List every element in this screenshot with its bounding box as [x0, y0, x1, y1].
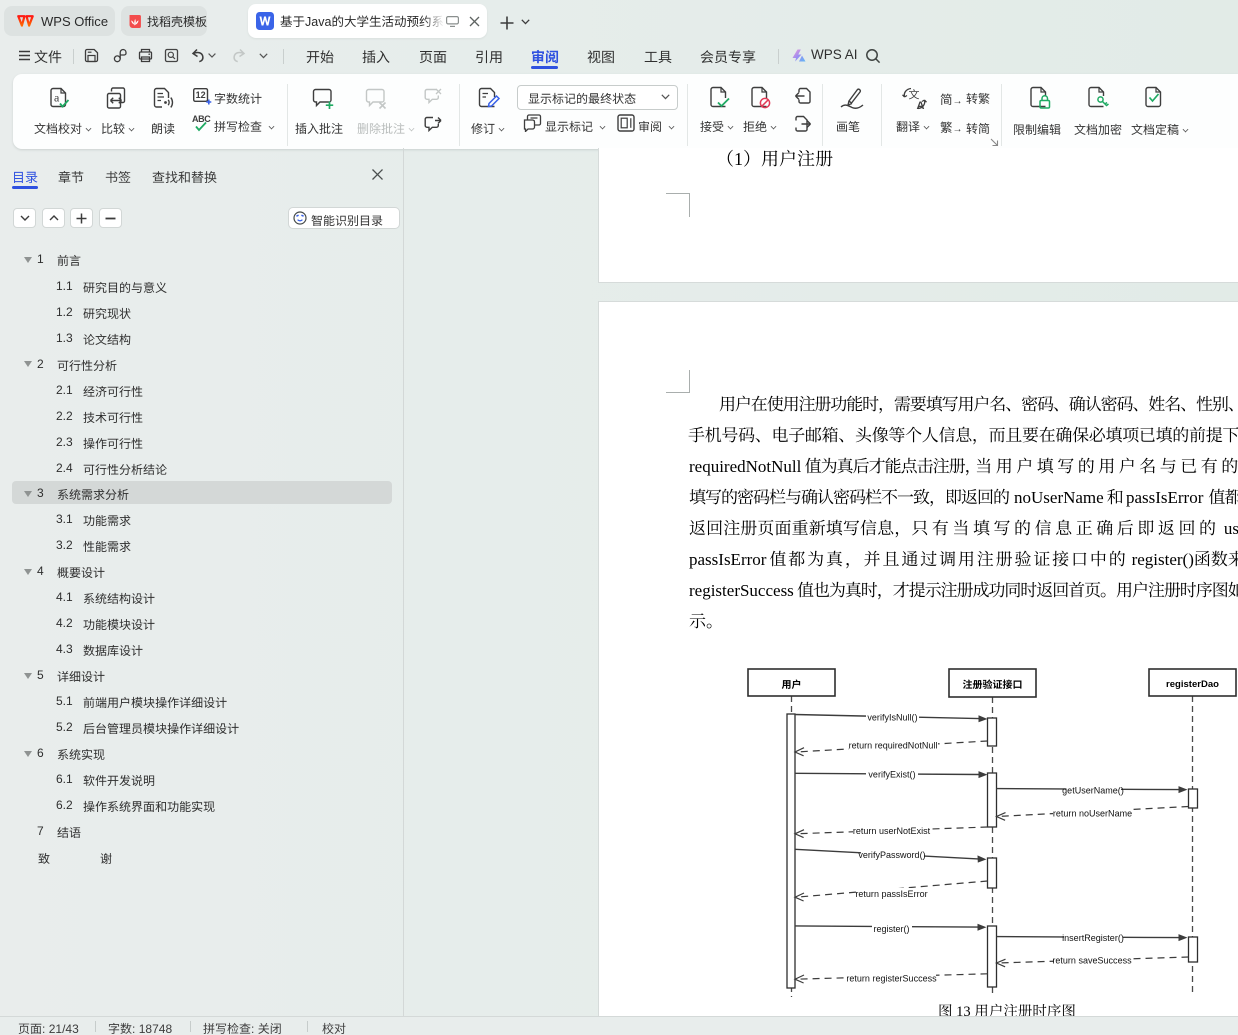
svg-text:register(): register() [873, 924, 909, 934]
svg-text:A: A [917, 100, 925, 111]
svg-text:12: 12 [196, 90, 206, 100]
svg-text:return requiredNotNull: return requiredNotNull [849, 741, 938, 751]
svg-text:ABC: ABC [192, 114, 211, 124]
svg-text:return passIsError: return passIsError [855, 889, 927, 899]
svg-text:verifyExist(): verifyExist() [868, 770, 915, 780]
svg-text:a: a [54, 91, 60, 105]
svg-text:insertRegister(): insertRegister() [1062, 933, 1124, 943]
svg-text:return noUserName: return noUserName [1053, 809, 1132, 819]
svg-text:registerDao: registerDao [1166, 679, 1219, 690]
svg-text:return registerSuccess: return registerSuccess [846, 974, 937, 984]
svg-text:return saveSuccess: return saveSuccess [1052, 956, 1132, 966]
svg-text:注册验证接口: 注册验证接口 [962, 676, 1022, 691]
svg-text:用户: 用户 [781, 676, 801, 691]
svg-text:return userNotExist: return userNotExist [853, 826, 931, 836]
svg-text:verifyPassword(): verifyPassword() [858, 850, 925, 860]
svg-text:verifyIsNull(): verifyIsNull() [867, 713, 917, 723]
svg-text:getUserName(): getUserName() [1062, 786, 1124, 796]
